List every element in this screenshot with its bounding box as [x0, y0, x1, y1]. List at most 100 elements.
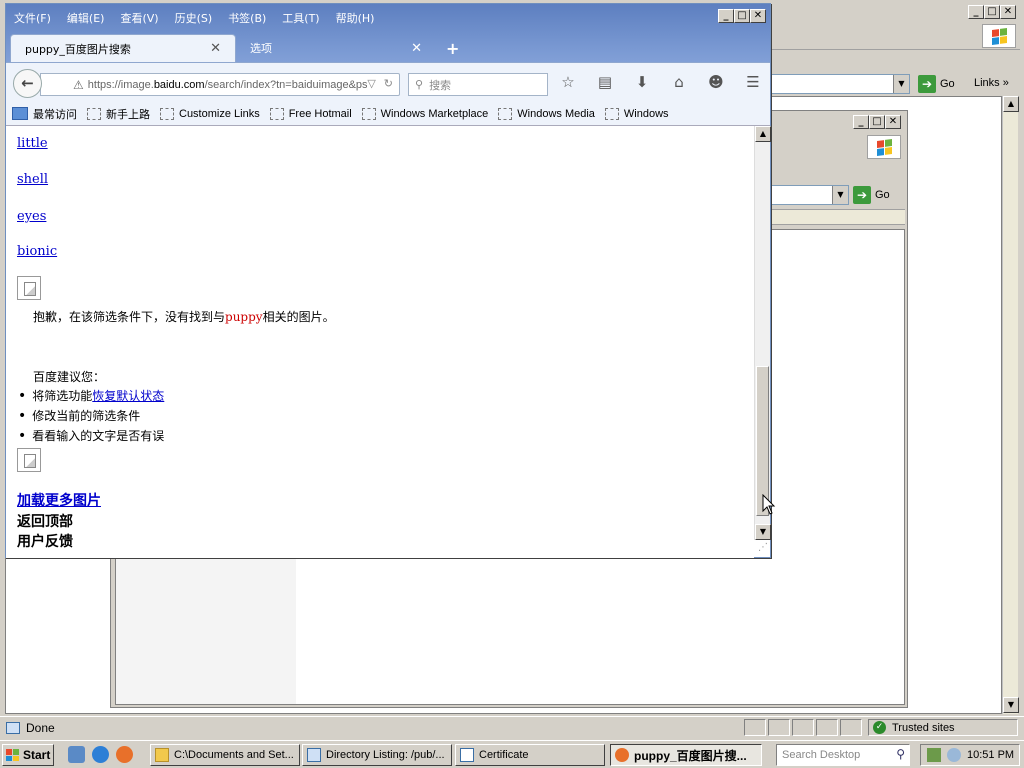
- reading-list-icon[interactable]: ▤: [595, 73, 615, 91]
- scroll-down-icon[interactable]: ▼: [1003, 697, 1019, 713]
- bookmark-label: Free Hotmail: [288, 107, 352, 120]
- firefox-icon[interactable]: [116, 746, 133, 763]
- bookmark-label: Customize Links: [179, 107, 260, 120]
- most-visited-icon: [12, 107, 28, 120]
- suggest-item: 修改当前的筛选条件: [18, 406, 164, 426]
- page-icon: [361, 107, 376, 120]
- folder-icon: [155, 748, 169, 762]
- scroll-up-icon[interactable]: ▲: [1003, 96, 1019, 112]
- suggest-list: 将筛选功能恢复默认状态 修改当前的筛选条件 看看输入的文字是否有误: [18, 386, 164, 446]
- start-button[interactable]: Start: [2, 744, 54, 766]
- go-arrow-icon: ➔: [918, 75, 936, 93]
- maximize-icon[interactable]: □: [734, 9, 750, 23]
- tab-options[interactable]: 选项 ✕: [236, 34, 436, 62]
- close-tab-icon[interactable]: ✕: [210, 41, 221, 56]
- menu-help[interactable]: 帮助(H): [328, 8, 383, 28]
- security-zone[interactable]: ✓ Trusted sites: [868, 719, 1018, 736]
- minimize-icon[interactable]: _: [968, 5, 984, 19]
- bookmark-label: 最常访问: [33, 108, 77, 121]
- restore-default-link[interactable]: 恢复默认状态: [92, 389, 164, 403]
- status-text: Done: [26, 721, 55, 735]
- ie-back-address-field[interactable]: ▼: [770, 74, 910, 94]
- link-eyes[interactable]: eyes: [17, 209, 46, 224]
- start-label: Start: [23, 748, 51, 762]
- show-desktop-icon[interactable]: [68, 746, 85, 763]
- tab-puppy[interactable]: puppy_百度图片搜索 ✕: [10, 34, 236, 62]
- broken-image-icon: [17, 276, 41, 300]
- menu-view[interactable]: 查看(V): [112, 8, 166, 28]
- ie-mid-go-button[interactable]: ➔ Go: [853, 186, 890, 204]
- reload-icon[interactable]: ↻: [384, 77, 393, 90]
- close-tab-icon[interactable]: ✕: [411, 41, 422, 56]
- link-bionic[interactable]: bionic: [17, 244, 57, 259]
- new-tab-icon[interactable]: +: [436, 35, 469, 62]
- ie-mid-address-field[interactable]: ▼: [771, 185, 849, 205]
- bookmark-getting-started[interactable]: 新手上路: [87, 106, 150, 122]
- page-icon: [498, 107, 513, 120]
- dropdown-icon[interactable]: ▽: [367, 77, 375, 90]
- scroll-down-icon[interactable]: ▼: [755, 524, 771, 540]
- task-certificate[interactable]: Certificate: [455, 744, 605, 766]
- network-icon[interactable]: [927, 748, 941, 762]
- ie-mid-window-controls: _ □ ✕: [853, 115, 901, 129]
- scroll-up-icon[interactable]: ▲: [755, 126, 771, 142]
- home-icon[interactable]: ⌂: [669, 73, 689, 91]
- certificate-icon: [460, 748, 474, 762]
- link-little[interactable]: little: [17, 136, 48, 151]
- bookmark-windows[interactable]: Windows: [604, 107, 669, 120]
- windows-logo-icon: [867, 135, 901, 159]
- task-directory-listing[interactable]: Directory Listing: /pub/...: [302, 744, 452, 766]
- minimize-icon[interactable]: _: [853, 115, 869, 129]
- chevron-down-icon[interactable]: ▼: [893, 75, 909, 93]
- load-more-link[interactable]: 加载更多图片: [17, 490, 101, 510]
- menu-history[interactable]: 历史(S): [167, 8, 221, 28]
- ie-back-scrollbar[interactable]: ▲ ▼: [1002, 96, 1019, 714]
- feedback[interactable]: 用户反馈: [17, 531, 73, 551]
- ie-icon[interactable]: [92, 746, 109, 763]
- links-button[interactable]: Links »: [974, 77, 1009, 89]
- search-bar[interactable]: ⚲ 搜索: [408, 73, 548, 96]
- task-explorer[interactable]: C:\Documents and Set...: [150, 744, 300, 766]
- close-icon[interactable]: ✕: [885, 115, 901, 129]
- url-bar[interactable]: ⚠ https://image. baidu.com/search/index?t…: [40, 73, 400, 96]
- search-icon[interactable]: ⚲: [896, 747, 905, 761]
- menu-tools[interactable]: 工具(T): [274, 8, 327, 28]
- back-button[interactable]: ←: [13, 69, 42, 98]
- clock[interactable]: 10:51 PM: [967, 749, 1014, 761]
- warning-icon[interactable]: ⚠: [73, 78, 84, 92]
- close-icon[interactable]: ✕: [750, 9, 766, 23]
- close-icon[interactable]: ✕: [1000, 5, 1016, 19]
- bookmark-windows-media[interactable]: Windows Media: [498, 107, 595, 120]
- search-tray-icon[interactable]: [947, 748, 961, 762]
- system-tray: 10:51 PM: [920, 744, 1020, 766]
- resize-grip-icon[interactable]: ⋰: [758, 542, 768, 553]
- download-icon[interactable]: ⬇: [632, 73, 652, 91]
- suggest-text: 看看输入的文字是否有误: [32, 429, 165, 443]
- smiley-icon[interactable]: ☻: [706, 73, 726, 91]
- task-firefox-puppy[interactable]: puppy_百度图片搜...: [610, 744, 762, 766]
- tab-strip: puppy_百度图片搜索 ✕ 选项 ✕ +: [10, 34, 469, 62]
- menu-bookmarks[interactable]: 书签(B): [220, 8, 274, 28]
- bookmark-customize-links[interactable]: Customize Links: [160, 107, 260, 120]
- bookmark-most-visited[interactable]: 最常访问: [12, 106, 77, 122]
- menu-file[interactable]: 文件(F): [6, 8, 59, 28]
- page-scrollbar[interactable]: ▲ ▼: [754, 126, 771, 540]
- maximize-icon[interactable]: □: [869, 115, 885, 129]
- taskbar: Start C:\Documents and Set... Directory …: [0, 740, 1024, 768]
- suggest-title: 百度建议您：: [33, 370, 106, 384]
- status-done: Done: [6, 721, 55, 735]
- go-label: Go: [875, 189, 890, 201]
- menu-edit[interactable]: 编辑(E): [59, 8, 113, 28]
- bookmark-windows-marketplace[interactable]: Windows Marketplace: [361, 107, 488, 120]
- maximize-icon[interactable]: □: [984, 5, 1000, 19]
- back-to-top[interactable]: 返回顶部: [17, 511, 73, 531]
- desktop-search-field[interactable]: Search Desktop ⚲: [776, 744, 910, 766]
- bookmark-free-hotmail[interactable]: Free Hotmail: [269, 107, 352, 120]
- page-content: little shell eyes bionic 抱歉，在该筛选条件下，没有找到…: [6, 126, 754, 558]
- bookmark-star-icon[interactable]: ☆: [558, 73, 578, 91]
- link-shell[interactable]: shell: [17, 172, 48, 187]
- ie-back-go-button[interactable]: ➔ Go: [918, 75, 955, 93]
- menu-icon[interactable]: ☰: [743, 73, 763, 91]
- chevron-down-icon[interactable]: ▼: [832, 186, 848, 204]
- minimize-icon[interactable]: _: [718, 9, 734, 23]
